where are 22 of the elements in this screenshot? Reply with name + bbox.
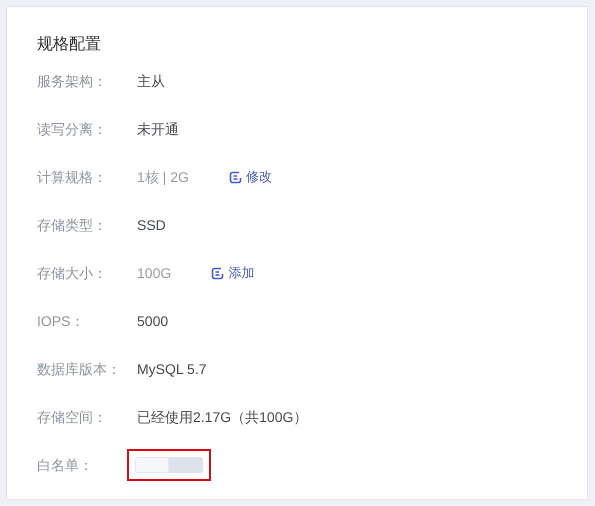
- field-value: 1核 | 2G: [137, 168, 189, 187]
- section-title: 规格配置: [37, 35, 102, 55]
- field-label: 存储空间：: [37, 408, 108, 426]
- field-label: 计算规格：: [37, 168, 108, 186]
- field-value: 5000: [137, 312, 168, 330]
- edit-icon: [228, 170, 242, 184]
- edit-link[interactable]: 修改: [228, 167, 272, 187]
- field-label: 存储类型：: [37, 216, 108, 234]
- field-value: MySQL 5.7: [137, 360, 207, 379]
- field-label: 读写分离：: [37, 120, 108, 138]
- field-value: 未开通: [137, 120, 179, 138]
- field-value: 主从: [137, 72, 165, 90]
- field-value: SSD: [137, 216, 166, 234]
- field-label: 数据库版本：: [37, 360, 122, 378]
- field-label: 存储大小：: [37, 264, 108, 282]
- field-value: 已经使用2.17G（共100G）: [137, 408, 308, 426]
- field-label: 白名单：: [37, 456, 94, 474]
- field-label: IOPS：: [37, 312, 86, 330]
- field-value: 100G: [137, 264, 172, 282]
- edit-icon: [211, 266, 224, 280]
- field-label: 服务架构：: [37, 72, 108, 90]
- edit-link[interactable]: 添加: [211, 263, 254, 283]
